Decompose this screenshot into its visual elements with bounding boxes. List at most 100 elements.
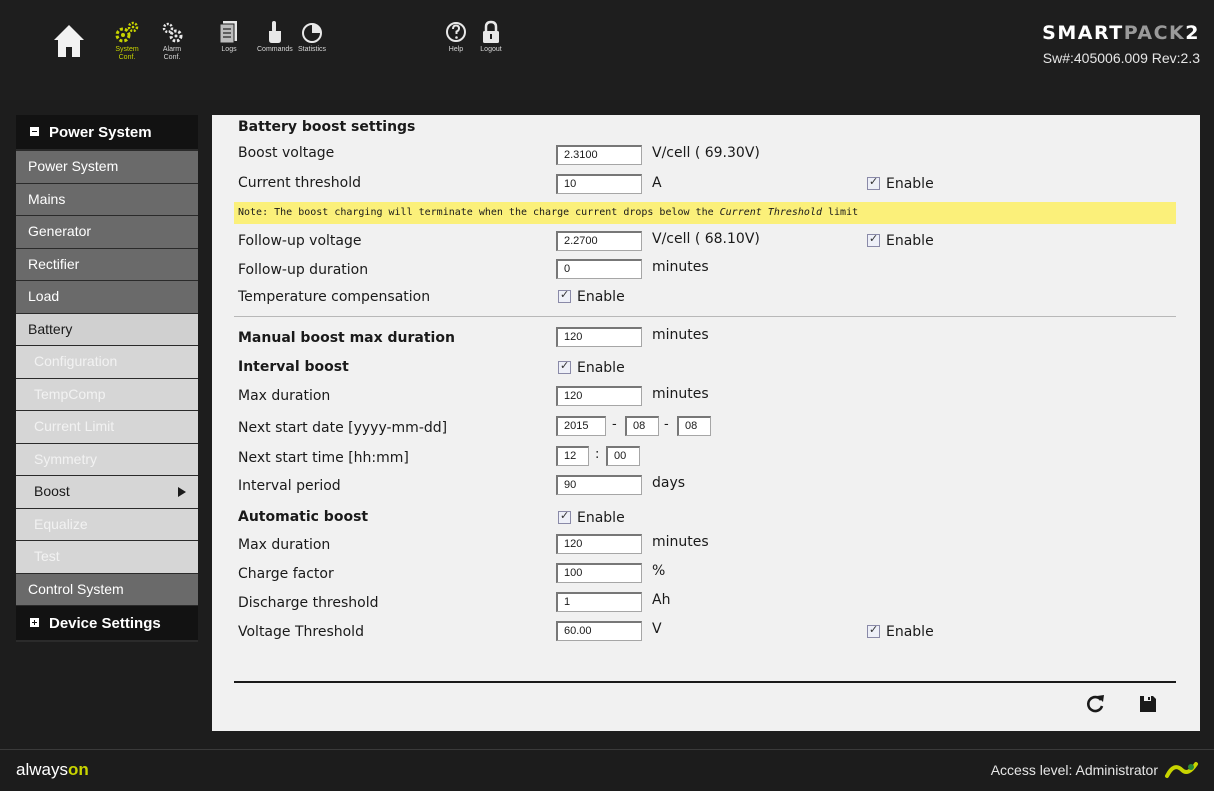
note-italic: Current Threshold <box>719 207 822 218</box>
home-button[interactable] <box>52 23 86 59</box>
sidebar-subitem-symmetry[interactable]: Symmetry <box>16 443 198 476</box>
boost-label: Boost <box>34 483 70 499</box>
logout-button[interactable]: Logout <box>480 20 502 54</box>
system-conf-button[interactable]: System Conf. <box>114 20 140 62</box>
eltek-logo-icon <box>1165 762 1198 778</box>
always-on-logo: alwayson <box>16 760 89 780</box>
discharge-threshold-input[interactable]: 1 <box>556 592 642 612</box>
charge-factor-label: Charge factor <box>238 566 334 582</box>
current-threshold-enable-label: Enable <box>886 176 934 192</box>
sidebar-item-mains[interactable]: Mains <box>16 183 198 216</box>
followup-voltage-unit: V/cell ( 68.10V) <box>652 231 760 247</box>
sidebar-item-load[interactable]: Load <box>16 281 198 314</box>
temp-comp-enable-label: Enable <box>577 289 625 305</box>
sidebar-subitem-configuration[interactable]: Configuration <box>16 346 198 379</box>
interval-period-input[interactable]: 90 <box>556 475 642 495</box>
next-start-minute-input[interactable]: 00 <box>606 446 640 466</box>
next-start-time-label: Next start time [hh:mm] <box>238 450 409 466</box>
checkbox-checked-icon <box>867 175 880 190</box>
refresh-button[interactable] <box>1084 692 1108 716</box>
automatic-boost-enable-checkbox[interactable]: Enable <box>558 509 625 526</box>
help-button[interactable]: Help <box>445 20 467 54</box>
followup-voltage-input[interactable]: 2.2700 <box>556 231 642 251</box>
logs-icon <box>219 21 237 44</box>
charge-factor-unit: % <box>652 563 666 579</box>
interval-period-unit: days <box>652 475 686 491</box>
date-separator: - <box>664 417 669 432</box>
sidebar-subitem-equalize[interactable]: Equalize <box>16 508 198 541</box>
commands-button[interactable]: Commands <box>257 20 293 54</box>
next-start-hour-input[interactable]: 12 <box>556 446 589 466</box>
sidebar-subitem-tempcomp[interactable]: TempComp <box>16 378 198 411</box>
voltage-threshold-enable-checkbox[interactable]: Enable <box>867 623 934 640</box>
current-threshold-label: Current threshold <box>238 175 361 191</box>
current-threshold-input[interactable]: 10 <box>556 174 642 194</box>
sidebar-subitem-test[interactable]: Test <box>16 541 198 574</box>
sidebar: Power System Power System Mains Generato… <box>16 115 198 642</box>
followup-duration-unit: minutes <box>652 259 709 275</box>
main-panel: Battery boost settings Boost voltage 2.3… <box>212 115 1200 731</box>
checkbox-checked-icon <box>867 232 880 247</box>
floppy-disk-icon <box>1140 696 1156 712</box>
boost-voltage-label: Boost voltage <box>238 145 335 161</box>
software-version: Sw#:405006.009 Rev:2.3 <box>1042 50 1200 66</box>
next-start-day-input[interactable]: 08 <box>677 416 711 436</box>
automatic-boost-label: Automatic boost <box>238 509 369 525</box>
help-icon <box>446 22 466 42</box>
expand-icon <box>30 618 39 627</box>
logo-always: always <box>16 760 68 779</box>
power-system-header-label: Power System <box>49 124 152 141</box>
charge-factor-input[interactable]: 100 <box>556 563 642 583</box>
save-button[interactable] <box>1136 692 1160 716</box>
voltage-threshold-input[interactable]: 60.00 <box>556 621 642 641</box>
sidebar-item-control-system[interactable]: Control System <box>16 573 198 606</box>
manual-boost-label: Manual boost max duration <box>238 330 455 346</box>
interval-max-duration-input[interactable]: 120 <box>556 386 642 406</box>
followup-voltage-enable-checkbox[interactable]: Enable <box>867 232 934 249</box>
lock-icon <box>483 20 499 43</box>
voltage-threshold-unit: V <box>652 621 662 637</box>
current-threshold-unit: A <box>652 175 662 191</box>
followup-voltage-enable-label: Enable <box>886 233 934 249</box>
manual-boost-input[interactable]: 120 <box>556 327 642 347</box>
refresh-icon <box>1087 695 1104 713</box>
access-level: Access level: Administrator <box>990 762 1158 778</box>
interval-max-duration-label: Max duration <box>238 388 331 404</box>
sidebar-subitem-current-limit[interactable]: Current Limit <box>16 411 198 444</box>
statistics-label: Statistics <box>298 46 327 53</box>
followup-voltage-label: Follow-up voltage <box>238 233 362 249</box>
alarm-conf-label-1: Alarm <box>162 46 182 53</box>
sidebar-item-battery[interactable]: Battery <box>16 313 198 346</box>
top-toolbar: System Conf. Alarm Conf. Logs Commands S… <box>0 0 1214 100</box>
interval-boost-enable-checkbox[interactable]: Enable <box>558 359 625 376</box>
auto-max-duration-input[interactable]: 120 <box>556 534 642 554</box>
interval-max-duration-unit: minutes <box>652 386 709 402</box>
checkbox-checked-icon <box>867 623 880 638</box>
next-start-month-input[interactable]: 08 <box>625 416 659 436</box>
sidebar-subitem-boost[interactable]: Boost <box>16 476 198 509</box>
logout-label: Logout <box>480 46 502 53</box>
current-threshold-enable-checkbox[interactable]: Enable <box>867 175 934 192</box>
device-settings-header-label: Device Settings <box>49 615 161 632</box>
sidebar-header-power-system[interactable]: Power System <box>16 115 198 151</box>
sidebar-item-rectifier[interactable]: Rectifier <box>16 248 198 281</box>
sidebar-item-power-system[interactable]: Power System <box>16 151 198 184</box>
next-start-year-input[interactable]: 2015 <box>556 416 606 436</box>
sidebar-header-device-settings[interactable]: Device Settings <box>16 606 198 642</box>
sidebar-item-generator[interactable]: Generator <box>16 216 198 249</box>
temp-comp-enable-checkbox[interactable]: Enable <box>558 288 625 305</box>
statistics-button[interactable]: Statistics <box>298 20 326 54</box>
auto-max-duration-label: Max duration <box>238 537 331 553</box>
automatic-boost-enable-label: Enable <box>577 510 625 526</box>
divider <box>234 316 1176 317</box>
boost-voltage-input[interactable]: 2.3100 <box>556 145 642 165</box>
pie-chart-icon <box>302 23 322 43</box>
logo-part-smart: SMART <box>1042 22 1124 44</box>
temp-comp-label: Temperature compensation <box>238 289 431 305</box>
voltage-threshold-label: Voltage Threshold <box>238 624 364 640</box>
checkbox-checked-icon <box>558 359 571 374</box>
logs-button[interactable]: Logs <box>218 20 240 54</box>
followup-duration-input[interactable]: 0 <box>556 259 642 279</box>
alarm-conf-button[interactable]: Alarm Conf. <box>160 20 184 62</box>
manual-boost-unit: minutes <box>652 327 709 343</box>
